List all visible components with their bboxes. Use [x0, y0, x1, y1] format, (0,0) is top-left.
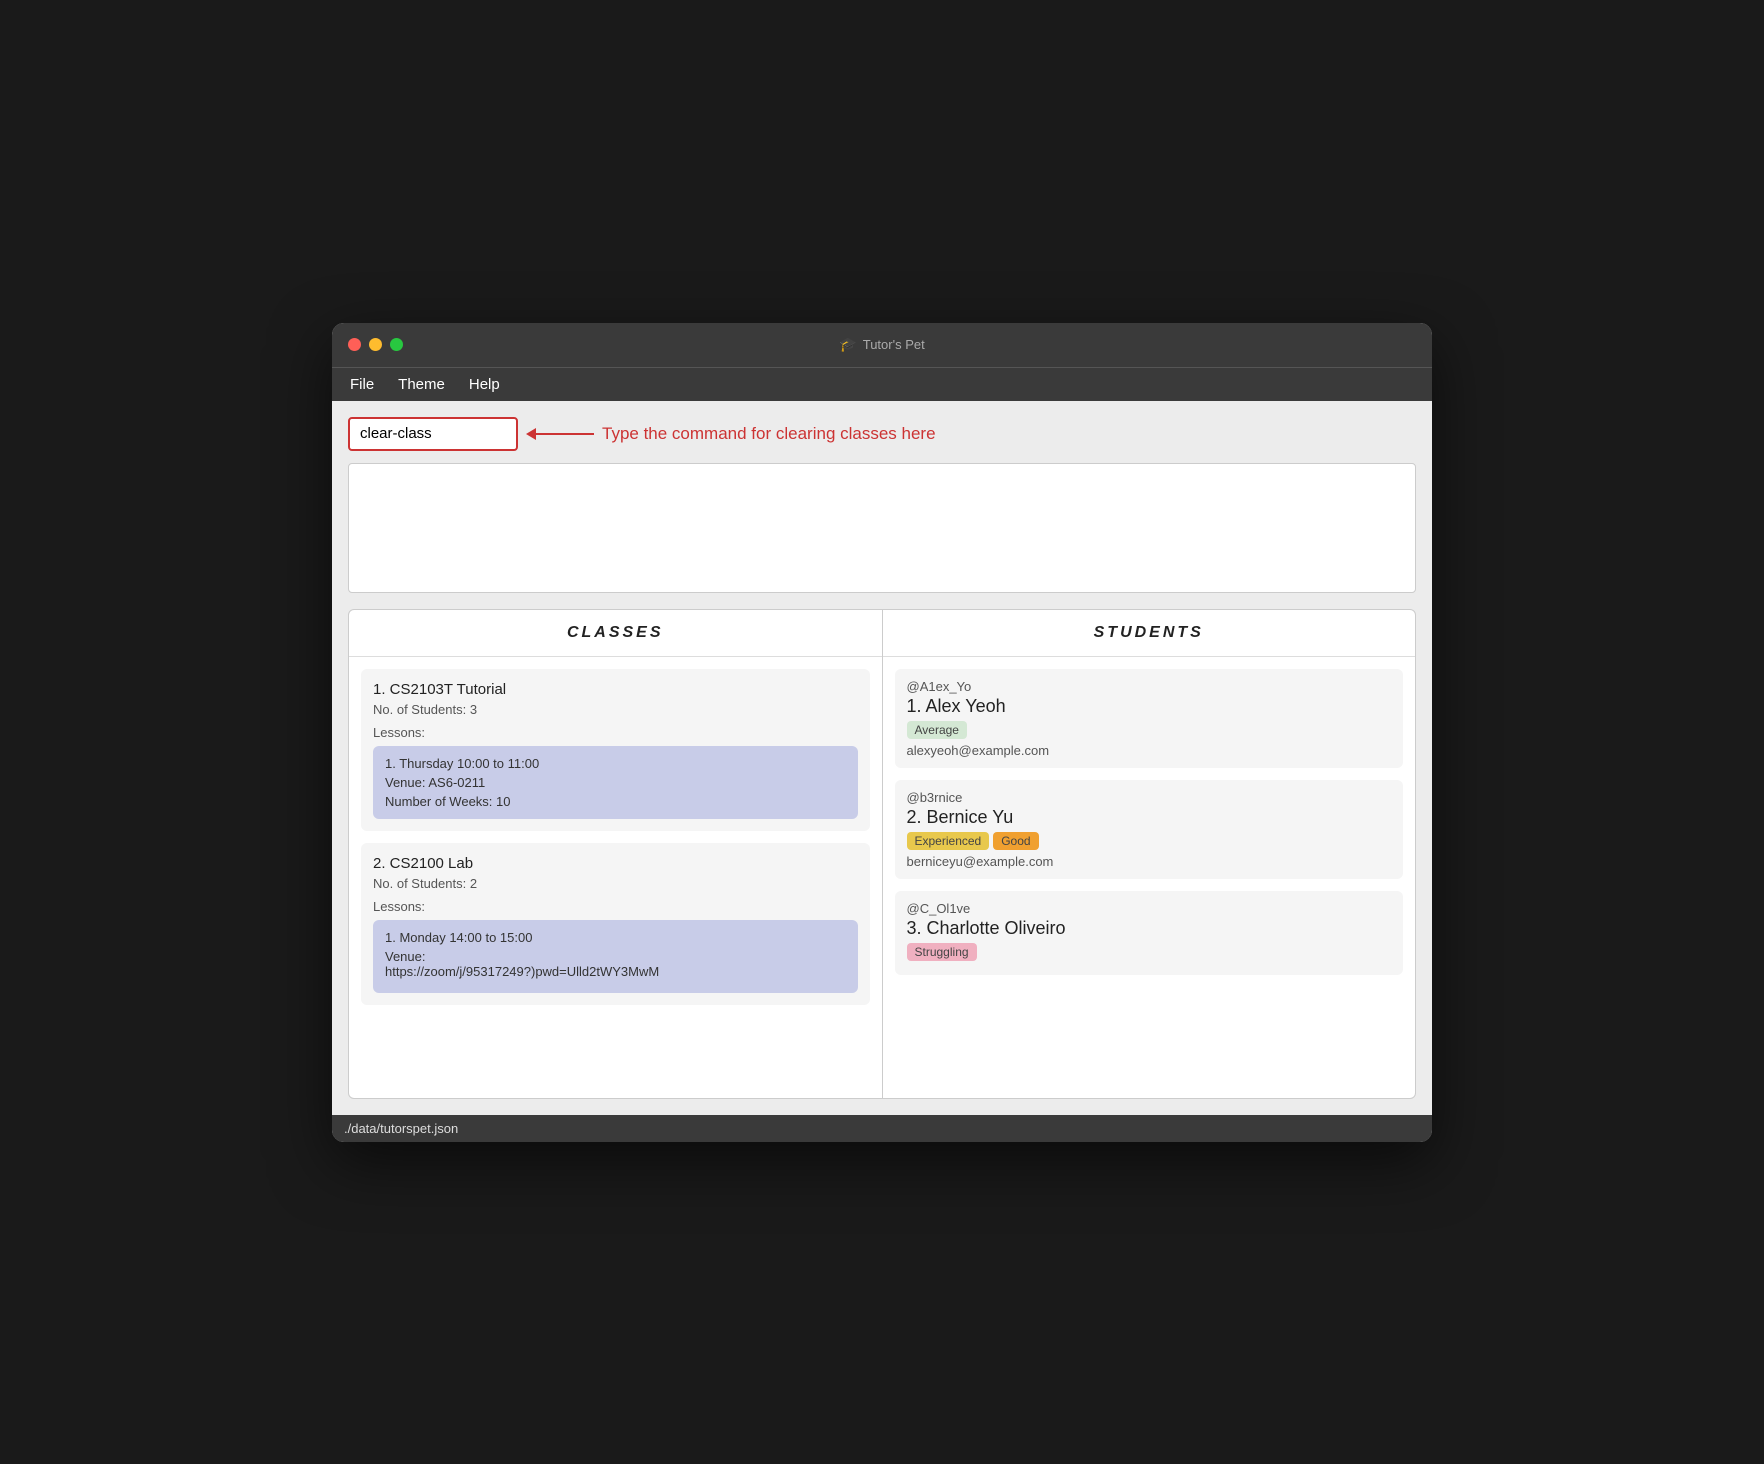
arrow-line: [534, 433, 594, 435]
students-panel-header: STUDENTS: [883, 610, 1416, 657]
student-card: @b3rnice 2. Bernice Yu Experienced Good …: [895, 780, 1404, 879]
classes-panel-header: CLASSES: [349, 610, 882, 657]
command-hint-text: Type the command for clearing classes he…: [602, 424, 936, 444]
students-scroll[interactable]: @A1ex_Yo 1. Alex Yeoh Average alexyeoh@e…: [883, 657, 1416, 1098]
title-bar: 🎓 Tutor's Pet: [332, 323, 1432, 367]
lesson-weeks: Number of Weeks: 10: [385, 794, 846, 809]
command-hint-arrow: Type the command for clearing classes he…: [534, 424, 936, 444]
maximize-button[interactable]: [390, 338, 403, 351]
class-card: 2. CS2100 Lab No. of Students: 2 Lessons…: [361, 843, 870, 1005]
class-card: 1. CS2103T Tutorial No. of Students: 3 L…: [361, 669, 870, 831]
tag-average: Average: [907, 721, 967, 739]
tag-experienced: Experienced: [907, 832, 990, 850]
lesson-venue: Venue: AS6-0211: [385, 775, 846, 790]
command-input[interactable]: [360, 425, 506, 442]
student-handle: @A1ex_Yo: [907, 679, 1392, 694]
command-row: Type the command for clearing classes he…: [348, 417, 1416, 451]
app-icon: 🎓: [839, 336, 856, 353]
output-box: [348, 463, 1416, 593]
class-title: 1. CS2103T Tutorial: [373, 681, 858, 698]
menu-bar: File Theme Help: [332, 367, 1432, 401]
classes-panel: CLASSES 1. CS2103T Tutorial No. of Stude…: [349, 610, 883, 1098]
window-title: 🎓 Tutor's Pet: [839, 336, 924, 353]
student-tags: Experienced Good: [907, 832, 1392, 850]
lesson-time: 1. Monday 14:00 to 15:00: [385, 930, 846, 945]
content-area: Type the command for clearing classes he…: [332, 401, 1432, 1115]
student-name: 1. Alex Yeoh: [907, 696, 1392, 717]
student-card: @A1ex_Yo 1. Alex Yeoh Average alexyeoh@e…: [895, 669, 1404, 768]
class-students: No. of Students: 2: [373, 876, 858, 891]
student-tags: Average: [907, 721, 1392, 739]
student-name: 2. Bernice Yu: [907, 807, 1392, 828]
student-handle: @C_Ol1ve: [907, 901, 1392, 916]
menu-theme[interactable]: Theme: [388, 372, 455, 397]
window-controls: [348, 338, 403, 351]
panels-row: CLASSES 1. CS2103T Tutorial No. of Stude…: [348, 609, 1416, 1099]
student-tags: Struggling: [907, 943, 1392, 961]
student-email: alexyeoh@example.com: [907, 743, 1392, 758]
close-button[interactable]: [348, 338, 361, 351]
student-email: berniceyu@example.com: [907, 854, 1392, 869]
classes-scroll[interactable]: 1. CS2103T Tutorial No. of Students: 3 L…: [349, 657, 882, 1098]
class-title: 2. CS2100 Lab: [373, 855, 858, 872]
tag-good: Good: [993, 832, 1038, 850]
menu-file[interactable]: File: [340, 372, 384, 397]
class-students: No. of Students: 3: [373, 702, 858, 717]
tag-struggling: Struggling: [907, 943, 977, 961]
command-input-wrapper: [348, 417, 518, 451]
student-card: @C_Ol1ve 3. Charlotte Oliveiro Strugglin…: [895, 891, 1404, 975]
minimize-button[interactable]: [369, 338, 382, 351]
student-handle: @b3rnice: [907, 790, 1392, 805]
status-path: ./data/tutorspet.json: [344, 1121, 458, 1136]
students-panel: STUDENTS @A1ex_Yo 1. Alex Yeoh Average a…: [883, 610, 1416, 1098]
lesson-card: 1. Monday 14:00 to 15:00 Venue:https://z…: [373, 920, 858, 993]
student-name: 3. Charlotte Oliveiro: [907, 918, 1392, 939]
lesson-venue: Venue:https://zoom/j/95317249?)pwd=Ulld2…: [385, 949, 846, 979]
lesson-card: 1. Thursday 10:00 to 11:00 Venue: AS6-02…: [373, 746, 858, 819]
class-lessons-label: Lessons:: [373, 899, 858, 914]
app-window: 🎓 Tutor's Pet File Theme Help Type the c…: [332, 323, 1432, 1142]
menu-help[interactable]: Help: [459, 372, 510, 397]
status-bar: ./data/tutorspet.json: [332, 1115, 1432, 1142]
class-lessons-label: Lessons:: [373, 725, 858, 740]
lesson-time: 1. Thursday 10:00 to 11:00: [385, 756, 846, 771]
